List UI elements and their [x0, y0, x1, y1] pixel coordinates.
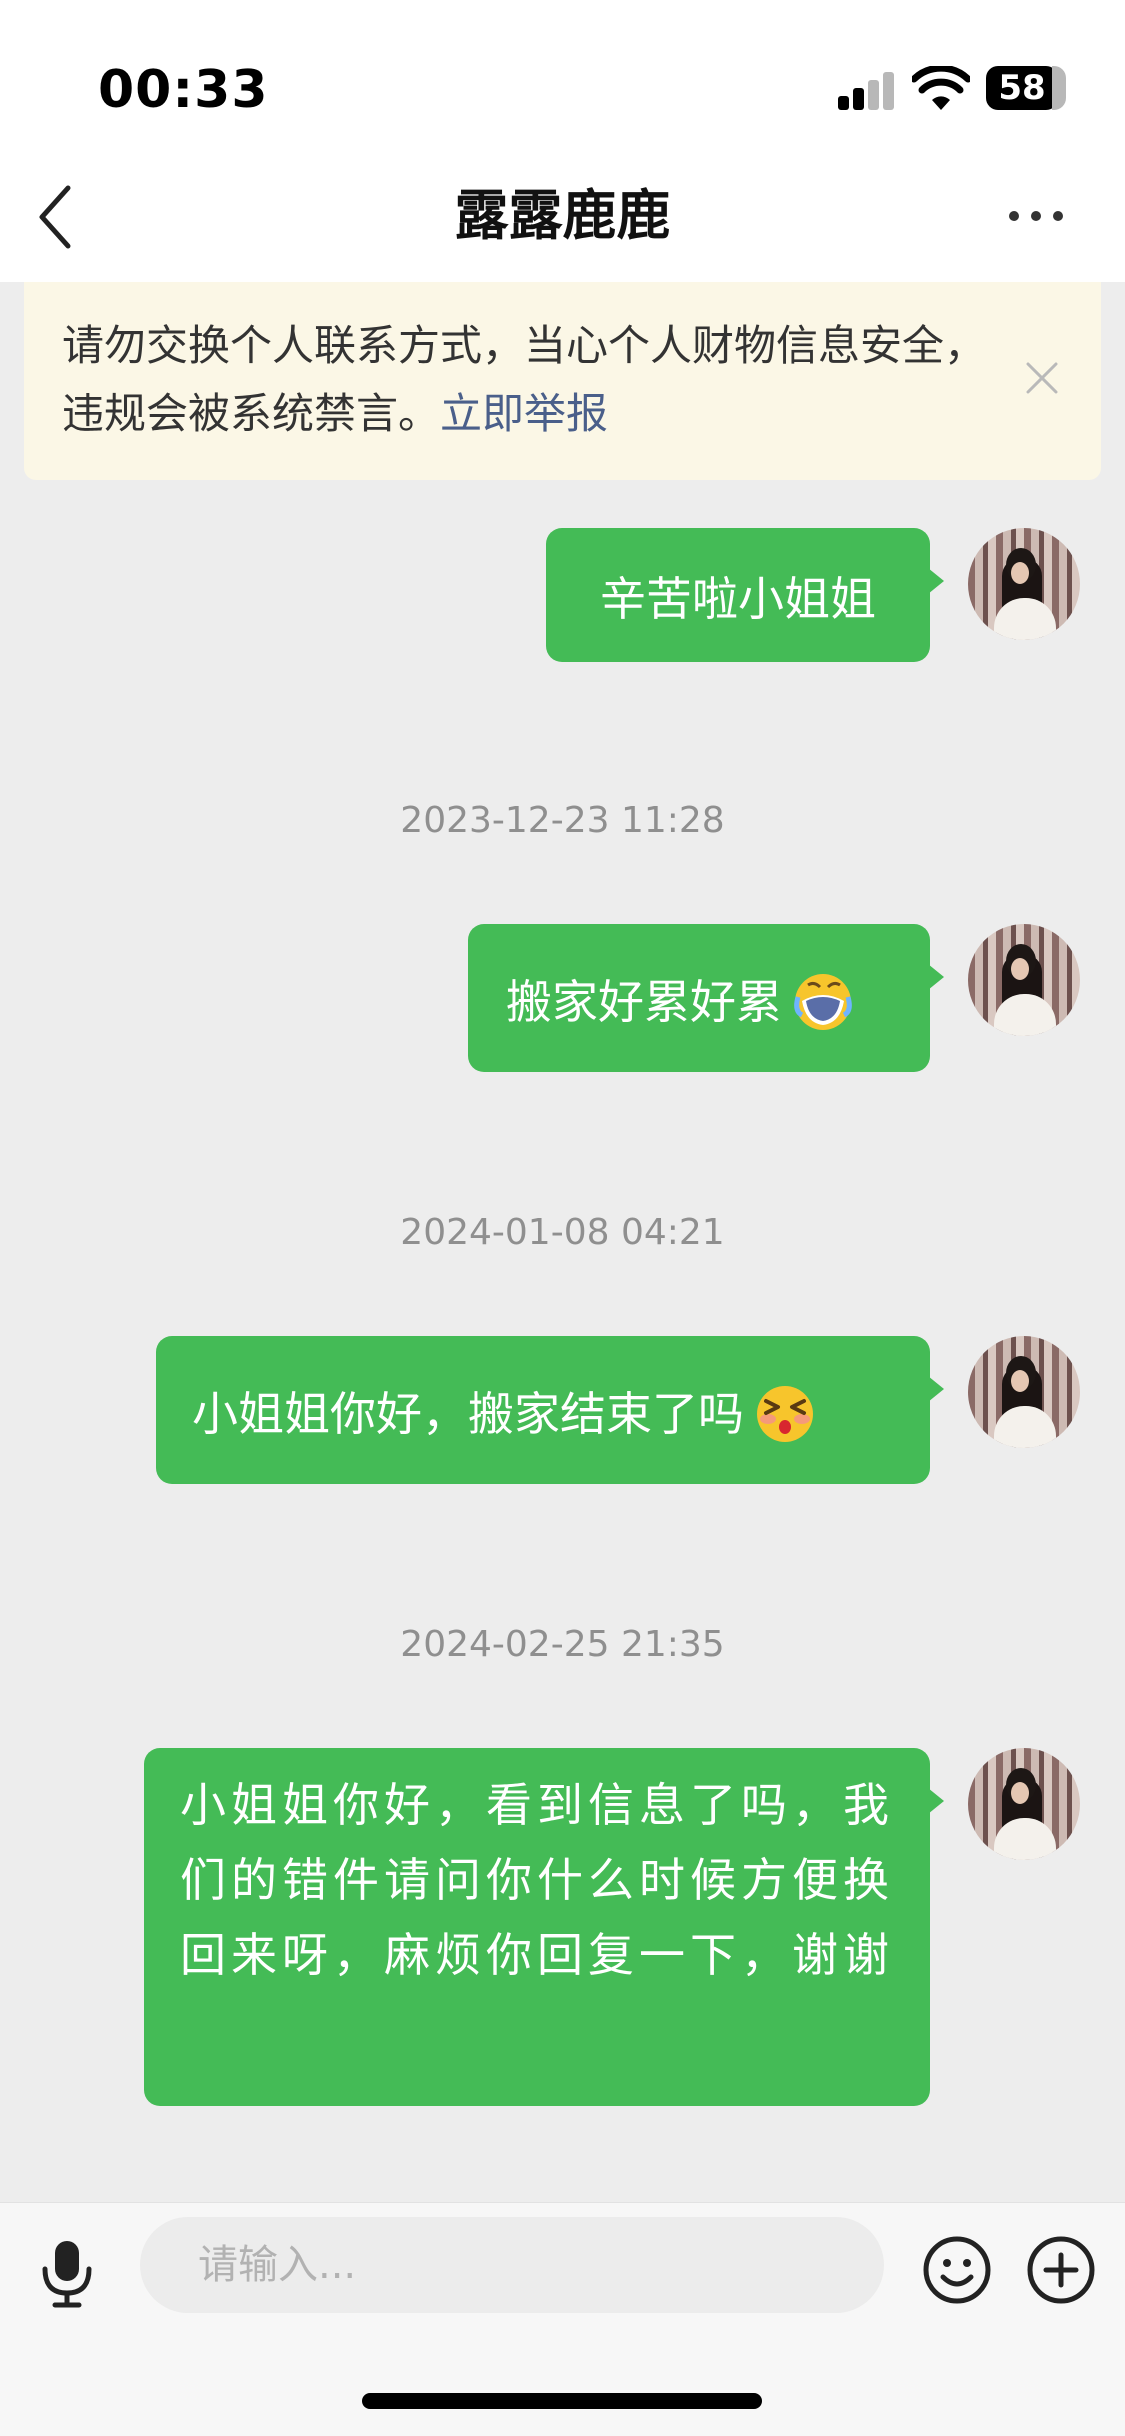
nav-bar: 露露鹿鹿 — [0, 150, 1125, 282]
safety-notice-banner: 请勿交换个人联系方式，当心个人财物信息安全，违规会被系统禁言。立即举报 — [24, 282, 1101, 480]
page-title: 露露鹿鹿 — [454, 184, 671, 247]
smiley-icon[interactable] — [922, 2235, 992, 2305]
status-time: 00:33 — [98, 60, 269, 120]
message-text: 小姐姐你好，搬家结束了吗 — [192, 1386, 744, 1441]
message-timestamp: 2024-01-08 04:21 — [400, 1212, 725, 1253]
status-bar: 00:33 58 — [0, 0, 1125, 150]
message-text: 搬家好累好累 — [506, 974, 782, 1029]
battery-icon: 58 — [986, 66, 1066, 110]
message-bubble[interactable]: 辛苦啦小姐姐 — [546, 528, 944, 662]
message-timestamp: 2024-02-25 21:35 — [400, 1624, 725, 1665]
chevron-left-icon[interactable] — [28, 180, 88, 254]
avatar[interactable] — [968, 1748, 1080, 1860]
wifi-icon — [912, 66, 970, 110]
more-horizontal-icon[interactable] — [1006, 196, 1066, 236]
avatar[interactable] — [968, 528, 1080, 640]
microphone-icon[interactable] — [38, 2237, 96, 2309]
message-input[interactable] — [140, 2217, 884, 2313]
message-bubble[interactable]: 小姐姐你好，搬家结束了吗 — [156, 1336, 944, 1484]
kissing-squinting-face-emoji — [757, 1385, 813, 1442]
message-text: 小姐姐你好，看到信息了吗，我们的错件请问你什么时候方便换回来呀，麻烦你回复一下，… — [180, 1778, 894, 1982]
message-bubble[interactable]: 小姐姐你好，看到信息了吗，我们的错件请问你什么时候方便换回来呀，麻烦你回复一下，… — [144, 1748, 944, 2106]
battery-level: 58 — [998, 68, 1046, 108]
message-text: 辛苦啦小姐姐 — [600, 571, 876, 626]
loudly-crying-face-emoji — [794, 973, 852, 1030]
home-indicator[interactable] — [362, 2393, 762, 2409]
plus-circle-icon[interactable] — [1026, 2235, 1096, 2305]
message-timestamp: 2023-12-23 11:28 — [400, 800, 725, 841]
avatar[interactable] — [968, 924, 1080, 1036]
report-link[interactable]: 立即举报 — [440, 389, 608, 438]
message-bubble[interactable]: 搬家好累好累 — [468, 924, 944, 1072]
close-icon[interactable] — [1022, 358, 1062, 398]
avatar[interactable] — [968, 1336, 1080, 1448]
cellular-signal-icon — [838, 72, 896, 110]
